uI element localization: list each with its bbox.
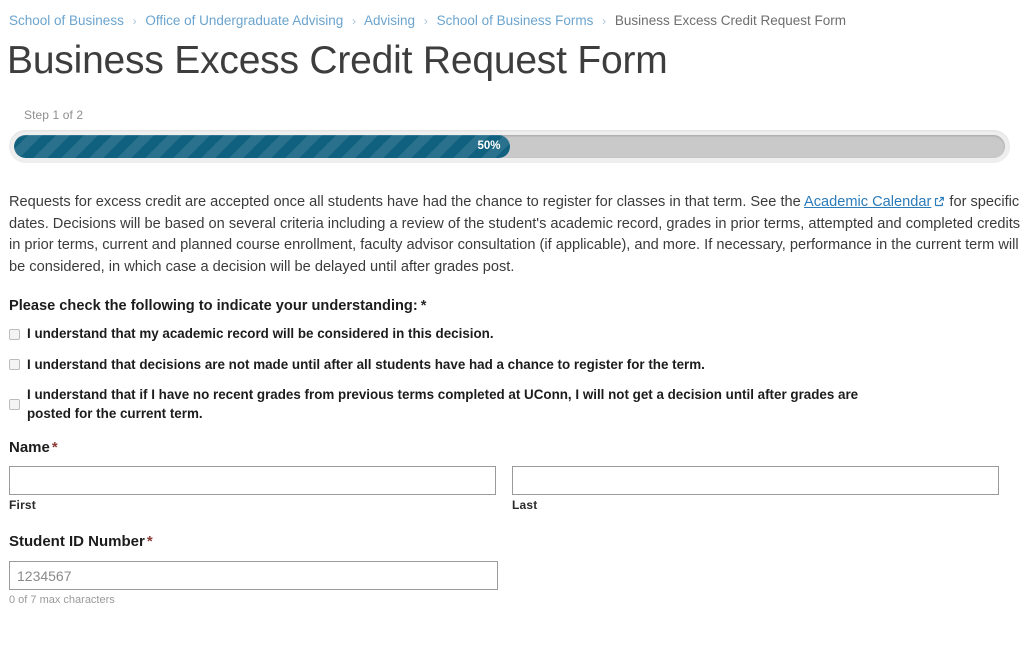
breadcrumb-item-office-of-undergraduate-advising[interactable]: Office of Undergraduate Advising	[145, 13, 343, 28]
breadcrumb-separator-icon: ›	[132, 14, 137, 28]
checkbox-label[interactable]: I understand that my academic record wil…	[27, 325, 494, 344]
page-title: Business Excess Credit Request Form	[7, 39, 668, 82]
required-asterisk: *	[420, 298, 427, 314]
last-name-sublabel: Last	[512, 498, 538, 512]
student-id-input-wrap	[9, 561, 498, 590]
progress-track: 50%	[14, 135, 1005, 158]
intro-text-before-link: Requests for excess credit are accepted …	[9, 194, 804, 210]
checkbox-decisions-timing[interactable]	[9, 359, 20, 371]
name-field-label: Name *	[9, 439, 1030, 456]
checkbox-academic-record[interactable]	[9, 328, 20, 340]
external-link-icon	[934, 193, 945, 207]
first-name-group: First	[9, 466, 496, 512]
checkbox-label[interactable]: I understand that if I have no recent gr…	[27, 386, 889, 423]
checkbox-row[interactable]: I understand that decisions are not made…	[9, 356, 889, 375]
student-id-group: Student ID Number* 0 of 7 max characters	[0, 533, 1030, 606]
name-field-label-text: Name	[9, 439, 50, 456]
understanding-group-label-text: Please check the following to indicate y…	[9, 298, 418, 314]
breadcrumb-item-current: Business Excess Credit Request Form	[614, 13, 847, 28]
intro-paragraph: Requests for excess credit are accepted …	[9, 192, 1021, 278]
required-asterisk: *	[51, 439, 58, 456]
required-asterisk: *	[146, 533, 153, 550]
understanding-checkbox-list: I understand that my academic record wil…	[9, 325, 1030, 423]
name-field-row: First Last	[9, 466, 1030, 512]
step-indicator-label: Step 1 of 2	[24, 108, 84, 122]
first-name-sublabel: First	[9, 498, 37, 512]
checkbox-row[interactable]: I understand that my academic record wil…	[9, 325, 889, 344]
student-id-input[interactable]	[9, 561, 498, 590]
progress-percent-label: 50%	[477, 140, 501, 152]
student-id-label-text: Student ID Number	[9, 533, 145, 550]
breadcrumb-item-school-of-business[interactable]: School of Business	[9, 13, 124, 28]
progress-bar: 50%	[9, 130, 1010, 163]
last-name-group: Last	[512, 466, 999, 512]
first-name-input[interactable]	[9, 466, 496, 495]
checkbox-no-recent-grades[interactable]	[9, 399, 20, 410]
breadcrumb-separator-icon: ›	[602, 14, 607, 28]
breadcrumb: School of Business › Office of Undergrad…	[0, 0, 1030, 29]
student-id-character-hint: 0 of 7 max characters	[9, 594, 115, 606]
checkbox-row[interactable]: I understand that if I have no recent gr…	[9, 386, 889, 423]
last-name-input[interactable]	[512, 466, 999, 495]
progress-fill: 50%	[14, 135, 510, 158]
academic-calendar-link[interactable]: Academic Calendar	[804, 194, 931, 210]
student-id-label: Student ID Number *	[9, 533, 1030, 550]
breadcrumb-item-advising[interactable]: Advising	[364, 13, 415, 28]
breadcrumb-separator-icon: ›	[423, 14, 428, 28]
checkbox-label[interactable]: I understand that decisions are not made…	[27, 356, 705, 375]
understanding-group-label: Please check the following to indicate y…	[9, 298, 1030, 314]
breadcrumb-item-school-of-business-forms[interactable]: School of Business Forms	[437, 13, 594, 28]
breadcrumb-separator-icon: ›	[352, 14, 356, 28]
